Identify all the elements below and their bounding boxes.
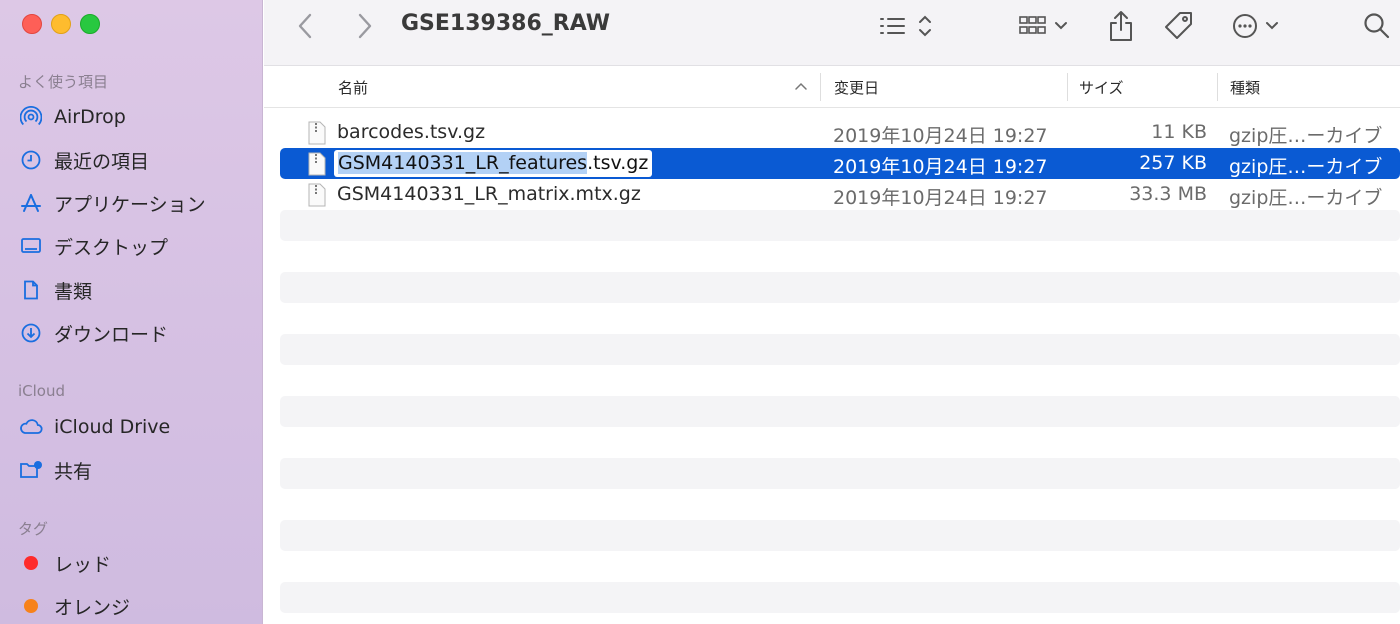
sidebar-item-label: レッド	[54, 553, 112, 576]
chevron-left-icon	[298, 13, 312, 39]
icloud-section-title: iCloud	[18, 382, 66, 400]
sidebar-item-recents[interactable]: 最近の項目	[18, 145, 254, 175]
tag-icon	[1165, 12, 1192, 39]
group-button[interactable]	[1016, 8, 1076, 44]
rename-selected-text: GSM4140331_LR_features	[338, 152, 588, 174]
favorites-section-title: よく使う項目	[18, 73, 109, 91]
document-icon	[18, 277, 44, 303]
sidebar-item-airdrop[interactable]: AirDrop	[18, 102, 254, 132]
sidebar-item-desktop[interactable]: デスクトップ	[18, 231, 254, 261]
archive-file-icon	[308, 152, 326, 176]
window-title: GSE139386_RAW	[401, 11, 611, 36]
window-controls	[22, 14, 100, 34]
file-row[interactable]: barcodes.tsv.gz 2019年10月24日 19:27 11 KB …	[280, 117, 1400, 148]
column-date[interactable]: 変更日	[834, 77, 879, 98]
sidebar-item-label: デスクトップ	[54, 236, 169, 259]
file-kind: gzip圧…ーカイブ	[1229, 125, 1383, 147]
file-row-selected[interactable]: GSM4140331_LR_features.tsv.gz 2019年10月24…	[280, 148, 1400, 179]
archive-file-icon	[308, 121, 326, 145]
file-row[interactable]: GSM4140331_LR_matrix.mtx.gz 2019年10月24日 …	[280, 179, 1400, 210]
sidebar-item-label: 書類	[54, 280, 93, 303]
file-date: 2019年10月24日 19:27	[833, 156, 1048, 178]
empty-row	[280, 396, 1400, 427]
view-mode-button[interactable]	[878, 8, 938, 44]
column-separator[interactable]	[1217, 73, 1218, 101]
file-name: barcodes.tsv.gz	[337, 121, 486, 143]
sidebar: よく使う項目 AirDrop 最近の項目 アプリケーション デスクトップ 書類	[0, 0, 263, 624]
column-name[interactable]: 名前	[338, 77, 368, 98]
file-date: 2019年10月24日 19:27	[833, 125, 1048, 147]
search-icon	[1364, 13, 1390, 39]
list-view-icon	[880, 15, 931, 37]
empty-row	[280, 458, 1400, 489]
close-window-button[interactable]	[22, 14, 42, 34]
sidebar-item-documents[interactable]: 書類	[18, 275, 254, 305]
sidebar-item-shared[interactable]: 共有	[18, 455, 254, 485]
airdrop-icon	[18, 104, 44, 130]
chevron-right-icon	[358, 13, 372, 39]
clock-icon	[18, 147, 44, 173]
sidebar-item-label: ダウンロード	[54, 323, 169, 346]
sidebar-item-tag-orange[interactable]: オレンジ	[18, 591, 254, 621]
forward-button[interactable]	[352, 8, 376, 44]
sort-ascending-icon	[795, 82, 807, 90]
toolbar: GSE139386_RAW	[264, 0, 1400, 66]
sidebar-item-applications[interactable]: アプリケーション	[18, 188, 254, 218]
file-kind: gzip圧…ーカイブ	[1229, 187, 1383, 209]
file-size: 257 KB	[1139, 152, 1207, 174]
empty-row	[280, 582, 1400, 613]
sidebar-item-label: 共有	[54, 460, 93, 483]
tags-section-title: タグ	[18, 520, 49, 538]
sidebar-item-label: アプリケーション	[54, 193, 206, 216]
sidebar-item-label: AirDrop	[54, 106, 126, 128]
empty-row	[280, 334, 1400, 365]
search-button[interactable]	[1362, 8, 1392, 44]
more-actions-button[interactable]	[1230, 8, 1288, 44]
ellipsis-circle-icon	[1233, 14, 1278, 38]
tag-button[interactable]	[1162, 8, 1196, 44]
file-kind: gzip圧…ーカイブ	[1229, 156, 1383, 178]
sidebar-item-label: 最近の項目	[54, 150, 150, 173]
zoom-window-button[interactable]	[80, 14, 100, 34]
grid-group-icon	[1019, 16, 1067, 34]
column-header: 名前 変更日 サイズ 種類	[264, 66, 1400, 108]
back-button[interactable]	[294, 8, 318, 44]
share-button[interactable]	[1106, 8, 1136, 44]
column-size[interactable]: サイズ	[1079, 77, 1124, 98]
desktop-icon	[18, 233, 44, 259]
applications-icon	[18, 190, 44, 216]
column-separator[interactable]	[820, 73, 821, 101]
shared-folder-icon	[18, 457, 44, 483]
rename-field[interactable]: GSM4140331_LR_features.tsv.gz	[334, 150, 653, 177]
file-size: 11 KB	[1151, 121, 1207, 143]
sidebar-item-label: オレンジ	[54, 596, 131, 619]
rename-extension-text: .tsv.gz	[587, 152, 649, 174]
sidebar-item-label: iCloud Drive	[54, 416, 171, 438]
share-icon	[1110, 11, 1132, 41]
column-separator[interactable]	[1067, 73, 1068, 101]
red-tag-icon	[18, 550, 44, 576]
archive-file-icon	[308, 183, 326, 207]
sidebar-item-downloads[interactable]: ダウンロード	[18, 318, 254, 348]
file-date: 2019年10月24日 19:27	[833, 187, 1048, 209]
file-size: 33.3 MB	[1129, 183, 1207, 205]
minimize-window-button[interactable]	[51, 14, 71, 34]
download-icon	[18, 320, 44, 346]
empty-row	[280, 520, 1400, 551]
empty-row	[280, 210, 1400, 241]
sidebar-item-icloud-drive[interactable]: iCloud Drive	[18, 412, 254, 442]
orange-tag-icon	[18, 593, 44, 619]
file-name: GSM4140331_LR_matrix.mtx.gz	[337, 183, 641, 205]
cloud-icon	[18, 414, 44, 440]
column-kind[interactable]: 種類	[1230, 77, 1260, 98]
sidebar-item-tag-red[interactable]: レッド	[18, 548, 254, 578]
empty-row	[280, 272, 1400, 303]
